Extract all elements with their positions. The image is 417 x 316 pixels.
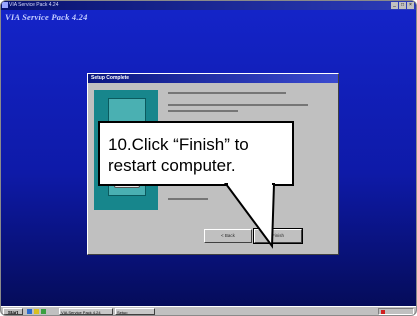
minimize-button[interactable]: _ [391,2,398,9]
dialog-text-line [168,92,286,94]
dialog-text-line [168,198,208,200]
taskbar-item-setup[interactable]: Setup [115,308,155,315]
ie-icon[interactable] [27,309,32,314]
folder-icon[interactable] [34,309,39,314]
dialog-titlebar: Setup Complete [88,74,338,83]
quick-launch [27,309,46,314]
back-button[interactable]: < Back [204,229,252,243]
dialog-text-line [168,110,238,112]
callout-text: 10.Click “Finish” to restart computer. [108,135,249,175]
taskbar-item-service-pack[interactable]: VIA Service Pack 4.24 [59,308,113,315]
banner-title: VIA Service Pack 4.24 [5,12,88,22]
app-icon [2,2,8,8]
systray-icon [381,310,385,314]
dialog-text-line [168,104,308,106]
maximize-button[interactable]: □ [399,2,406,9]
app-title: VIA Service Pack 4.24 [9,2,59,8]
finish-button[interactable]: Finish [253,228,303,244]
instruction-callout: 10.Click “Finish” to restart computer. [98,121,294,186]
dialog-title: Setup Complete [91,75,130,81]
app-titlebar: VIA Service Pack 4.24 _ □ × [1,1,416,10]
window-controls: _ □ × [391,2,414,9]
system-tray [378,308,414,315]
taskbar: Start VIA Service Pack 4.24 Setup [1,306,416,315]
desktop-icon[interactable] [41,309,46,314]
close-button[interactable]: × [407,2,414,9]
start-button[interactable]: Start [3,308,23,315]
